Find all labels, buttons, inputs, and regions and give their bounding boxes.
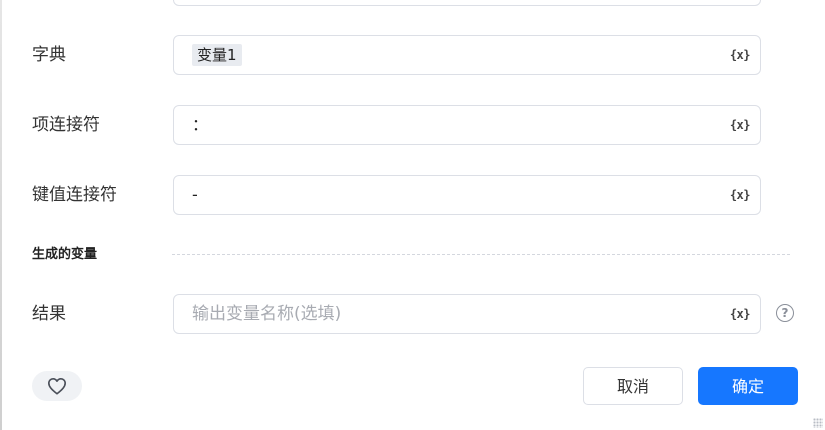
variable-icon[interactable]: {x} xyxy=(730,106,751,144)
dialog: 字典 变量1 {x} 项连接符 ： {x} 键值连接符 - {x} 生成的变量 … xyxy=(0,0,825,430)
item-connector-row: 项连接符 ： {x} xyxy=(0,105,825,145)
favorite-button[interactable] xyxy=(32,371,82,401)
section-divider xyxy=(172,254,790,255)
variable-icon[interactable]: {x} xyxy=(730,176,751,214)
item-connector-value: ： xyxy=(192,115,209,134)
confirm-button[interactable]: 确定 xyxy=(698,367,798,405)
result-label: 结果 xyxy=(32,304,66,324)
result-field[interactable]: 输出变量名称(选填) {x} xyxy=(173,294,761,334)
kv-connector-row: 键值连接符 - {x} xyxy=(0,175,825,215)
resize-handle[interactable] xyxy=(813,418,823,428)
cancel-button[interactable]: 取消 xyxy=(583,367,683,405)
kv-connector-field[interactable]: - {x} xyxy=(173,175,761,215)
result-placeholder: 输出变量名称(选填) xyxy=(192,304,342,324)
section-title: 生成的变量 xyxy=(32,247,98,262)
item-connector-field[interactable]: ： {x} xyxy=(173,105,761,145)
variable-chip[interactable]: 变量1 xyxy=(192,44,242,66)
heart-icon xyxy=(47,377,66,395)
dictionary-field[interactable]: 变量1 {x} xyxy=(173,35,761,75)
item-connector-label: 项连接符 xyxy=(32,115,100,135)
dictionary-label: 字典 xyxy=(32,45,66,65)
kv-connector-label: 键值连接符 xyxy=(32,185,117,205)
dictionary-row: 字典 变量1 {x} xyxy=(0,35,825,75)
variable-icon[interactable]: {x} xyxy=(730,295,751,333)
kv-connector-value: - xyxy=(192,185,198,204)
variable-icon[interactable]: {x} xyxy=(730,36,751,74)
help-circle-icon[interactable]: ? xyxy=(776,304,794,322)
result-row: 结果 输出变量名称(选填) {x} ? xyxy=(0,294,825,334)
previous-field[interactable] xyxy=(173,0,761,6)
